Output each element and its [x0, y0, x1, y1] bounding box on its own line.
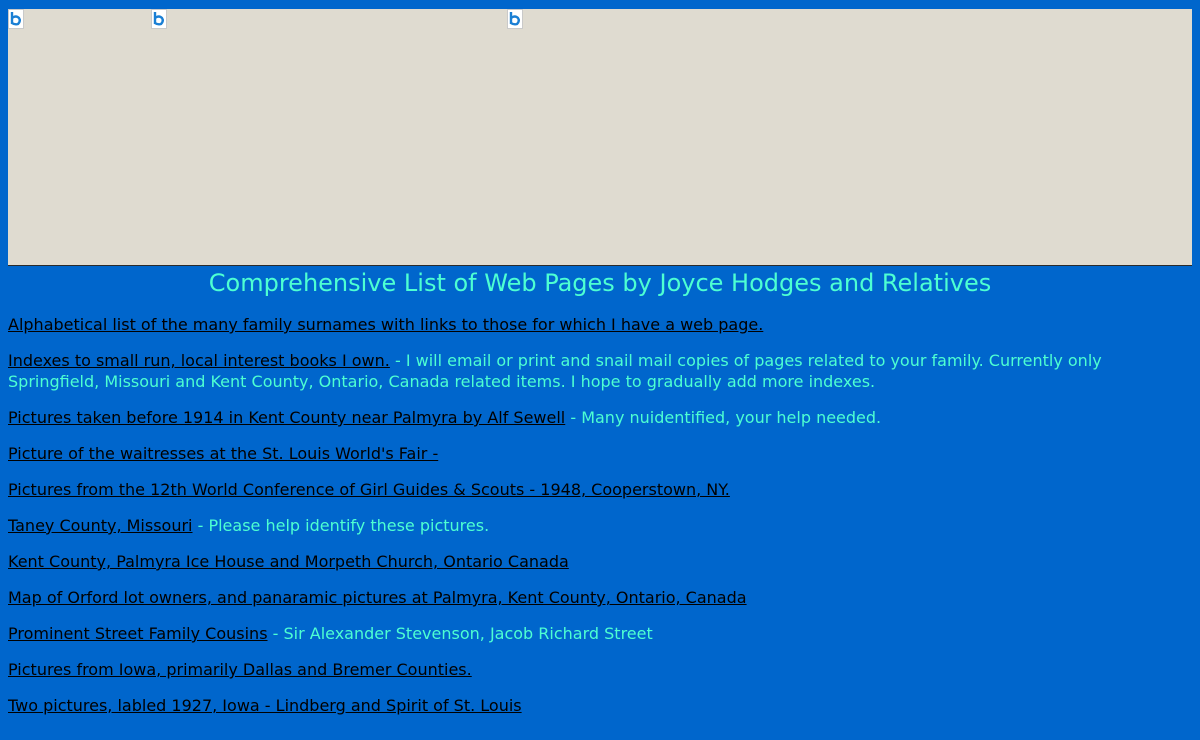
entry-note: - Please help identify these pictures. — [192, 516, 490, 535]
palmyra-ice-house-link[interactable]: Kent County, Palmyra Ice House and Morpe… — [8, 552, 569, 571]
list-item: Indexes to small run, local interest boo… — [8, 350, 1178, 392]
surnames-link[interactable]: Alphabetical list of the many family sur… — [8, 315, 763, 334]
page-title: Comprehensive List of Web Pages by Joyce… — [208, 269, 992, 297]
taney-county-link[interactable]: Taney County, Missouri — [8, 516, 193, 535]
iowa-pictures-link[interactable]: Pictures from Iowa, primarily Dallas and… — [8, 660, 472, 679]
list-item: Kent County, Palmyra Ice House and Morpe… — [8, 551, 1178, 572]
list-item: Pictures from Iowa, primarily Dallas and… — [8, 659, 1178, 680]
list-item: Two pictures, labled 1927, Iowa - Lindbe… — [8, 695, 1178, 716]
lindberg-pictures-link[interactable]: Two pictures, labled 1927, Iowa - Lindbe… — [8, 696, 522, 715]
alf-sewell-pictures-link[interactable]: Pictures taken before 1914 in Kent Count… — [8, 408, 565, 427]
list-item: Map of Orford lot owners, and panaramic … — [8, 587, 1178, 608]
list-item: Pictures from the 12th World Conference … — [8, 479, 1178, 500]
broken-image-icon[interactable] — [507, 9, 523, 29]
broken-image-icon[interactable] — [151, 9, 167, 29]
orford-map-link[interactable]: Map of Orford lot owners, and panaramic … — [8, 588, 747, 607]
girl-guides-conference-link[interactable]: Pictures from the 12th World Conference … — [8, 480, 730, 499]
street-family-cousins-link[interactable]: Prominent Street Family Cousins — [8, 624, 268, 643]
worlds-fair-waitresses-link[interactable]: Picture of the waitresses at the St. Lou… — [8, 444, 438, 463]
list-item: Alphabetical list of the many family sur… — [8, 314, 1178, 335]
list-item: Taney County, Missouri - Please help ide… — [8, 515, 1178, 536]
link-list: Alphabetical list of the many family sur… — [8, 314, 1178, 731]
indexes-link[interactable]: Indexes to small run, local interest boo… — [8, 351, 390, 370]
list-item: Pictures taken before 1914 in Kent Count… — [8, 407, 1178, 428]
entry-note: - Sir Alexander Stevenson, Jacob Richard… — [267, 624, 653, 643]
broken-image-icon[interactable] — [8, 9, 24, 29]
list-item: Picture of the waitresses at the St. Lou… — [8, 443, 1178, 464]
header-banner — [8, 9, 1192, 266]
entry-note: - Many nuidentified, your help needed. — [565, 408, 882, 427]
list-item: Prominent Street Family Cousins - Sir Al… — [8, 623, 1178, 644]
